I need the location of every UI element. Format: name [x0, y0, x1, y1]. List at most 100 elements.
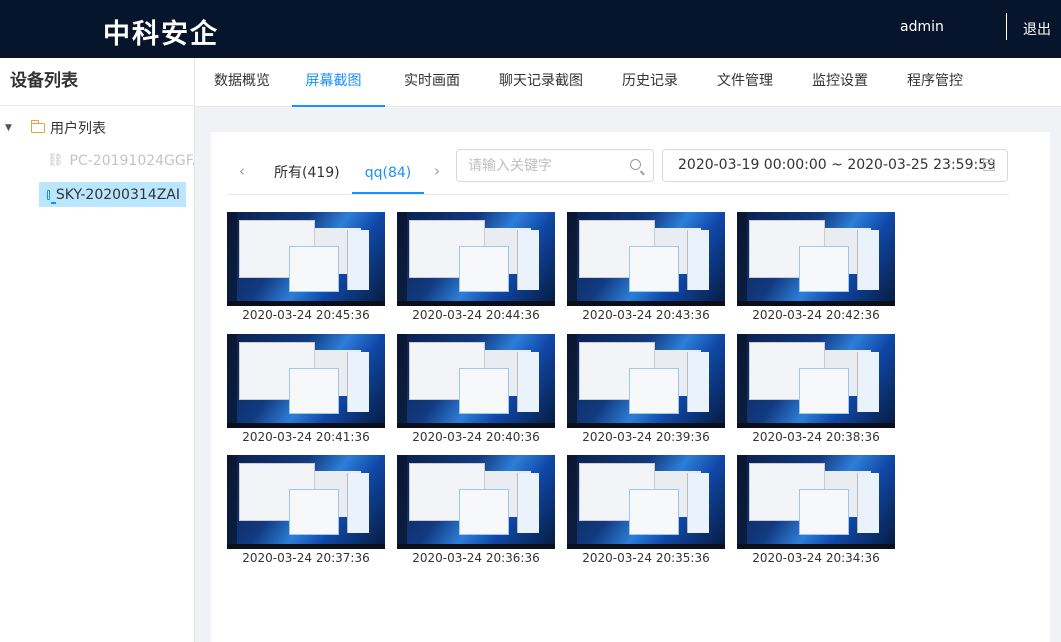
screenshot-thumbnail[interactable]: 2020-03-24 20:43:36 [567, 212, 725, 324]
device-label: SKY-20200314ZAI [55, 186, 180, 203]
screenshot-thumbnail[interactable]: 2020-03-24 20:36:36 [397, 455, 555, 567]
screenshot-detail [567, 455, 577, 549]
screenshot-detail [459, 368, 509, 414]
subtab-prev-arrow[interactable]: ‹ [239, 162, 245, 180]
caret-down-icon[interactable]: ▼ [5, 123, 21, 133]
screenshot-timestamp: 2020-03-24 20:40:36 [412, 430, 540, 444]
screenshot-thumbnail[interactable]: 2020-03-24 20:45:36 [227, 212, 385, 324]
sidebar-title: 设备列表 [0, 58, 194, 106]
tab-live-view[interactable]: 实时画面 [404, 58, 460, 107]
subtab-underline [227, 194, 1009, 195]
device-sidebar: 设备列表 ▼ 用户列表 ⛓ PC-20191024GGFA SKY-202003… [0, 58, 195, 642]
current-user[interactable]: admin [900, 19, 944, 35]
screenshot-image[interactable] [737, 212, 895, 306]
tree-root-label: 用户列表 [50, 121, 106, 137]
screenshot-timestamp: 2020-03-24 20:38:36 [752, 430, 880, 444]
screenshot-detail [397, 212, 407, 306]
screenshot-detail [347, 473, 369, 533]
screenshot-timestamp: 2020-03-24 20:42:36 [752, 308, 880, 322]
screenshot-detail [799, 489, 849, 535]
screenshot-detail [857, 473, 879, 533]
screenshot-timestamp: 2020-03-24 20:45:36 [242, 308, 370, 322]
device-item-offline[interactable]: ⛓ PC-20191024GGFA [39, 148, 194, 173]
link-icon: ⛓ [47, 153, 64, 168]
screenshot-timestamp: 2020-03-24 20:43:36 [582, 308, 710, 322]
screenshot-thumbnail[interactable]: 2020-03-24 20:37:36 [227, 455, 385, 567]
screenshot-detail [289, 368, 339, 414]
screenshot-detail [629, 368, 679, 414]
subtab-qq[interactable]: qq(84) [352, 156, 424, 194]
screenshot-detail [687, 473, 709, 533]
screenshot-detail [737, 334, 747, 428]
screenshot-detail [517, 473, 539, 533]
tab-monitor-settings[interactable]: 监控设置 [812, 58, 868, 107]
tab-overview[interactable]: 数据概览 [214, 58, 270, 107]
screenshot-thumbnail[interactable]: 2020-03-24 20:34:36 [737, 455, 895, 567]
screenshot-image[interactable] [737, 334, 895, 428]
screenshot-thumbnail[interactable]: 2020-03-24 20:38:36 [737, 334, 895, 446]
screenshot-image[interactable] [227, 212, 385, 306]
screenshot-detail [459, 246, 509, 292]
screenshot-timestamp: 2020-03-24 20:34:36 [752, 551, 880, 565]
screenshot-panel: ‹ 所有(419) qq(84) › 2020-03-19 00:00:00 ~… [211, 132, 1050, 642]
logout-button[interactable]: 退出 [1023, 19, 1051, 39]
screenshot-image[interactable] [227, 455, 385, 549]
screenshot-thumbnail[interactable]: 2020-03-24 20:44:36 [397, 212, 555, 324]
tab-chat-screenshots[interactable]: 聊天记录截图 [499, 58, 583, 107]
screenshot-thumbnail[interactable]: 2020-03-24 20:35:36 [567, 455, 725, 567]
screenshot-thumbnail[interactable]: 2020-03-24 20:42:36 [737, 212, 895, 324]
monitor-icon [47, 189, 56, 204]
screenshot-detail [567, 334, 577, 428]
screenshot-thumbnail[interactable]: 2020-03-24 20:39:36 [567, 334, 725, 446]
keyword-search[interactable] [456, 149, 654, 182]
screenshot-detail [857, 230, 879, 290]
screenshot-detail [737, 455, 747, 549]
screenshot-timestamp: 2020-03-24 20:39:36 [582, 430, 710, 444]
screenshot-detail [517, 230, 539, 290]
screenshot-thumbnail[interactable]: 2020-03-24 20:40:36 [397, 334, 555, 446]
screenshot-image[interactable] [567, 334, 725, 428]
tree-root-users[interactable]: ▼ 用户列表 [5, 118, 106, 138]
screenshot-detail [289, 246, 339, 292]
screenshot-image[interactable] [397, 334, 555, 428]
device-label: PC-20191024GGFA [69, 152, 194, 169]
screenshot-detail [227, 212, 237, 306]
date-range-picker[interactable]: 2020-03-19 00:00:00 ~ 2020-03-25 23:59:5… [662, 149, 1008, 182]
screenshot-image[interactable] [397, 212, 555, 306]
top-header: 中科安企 admin 退出 [0, 0, 1061, 58]
tab-program-control[interactable]: 程序管控 [907, 58, 963, 107]
subtab-next-arrow[interactable]: › [434, 162, 440, 180]
brand-logo-text: 中科安企 [103, 19, 219, 50]
screenshot-timestamp: 2020-03-24 20:36:36 [412, 551, 540, 565]
device-item-selected[interactable]: SKY-20200314ZAI [39, 182, 186, 207]
screenshot-detail [227, 455, 237, 549]
search-input[interactable] [457, 150, 617, 181]
screenshot-detail [289, 489, 339, 535]
screenshot-thumbnail[interactable]: 2020-03-24 20:41:36 [227, 334, 385, 446]
screenshot-detail [737, 212, 747, 306]
screenshot-detail [687, 352, 709, 412]
screenshot-detail [347, 352, 369, 412]
screenshot-detail [857, 352, 879, 412]
screenshot-timestamp: 2020-03-24 20:37:36 [242, 551, 370, 565]
tab-history[interactable]: 历史记录 [622, 58, 678, 107]
search-icon[interactable] [630, 159, 641, 170]
screenshot-detail [567, 212, 577, 306]
screenshot-image[interactable] [737, 455, 895, 549]
screenshot-detail [227, 334, 237, 428]
screenshot-detail [629, 246, 679, 292]
screenshot-detail [687, 230, 709, 290]
screenshot-image[interactable] [567, 212, 725, 306]
tab-screenshots[interactable]: 屏幕截图 [292, 58, 385, 107]
screenshot-image[interactable] [227, 334, 385, 428]
screenshot-timestamp: 2020-03-24 20:44:36 [412, 308, 540, 322]
screenshot-detail [517, 352, 539, 412]
date-range-value: 2020-03-19 00:00:00 ~ 2020-03-25 23:59:5… [678, 157, 997, 173]
screenshot-detail [397, 455, 407, 549]
tab-file-management[interactable]: 文件管理 [717, 58, 773, 107]
screenshot-detail [397, 334, 407, 428]
subtab-all[interactable]: 所有(419) [274, 156, 340, 194]
screenshot-image[interactable] [397, 455, 555, 549]
screenshot-image[interactable] [567, 455, 725, 549]
screenshot-detail [347, 230, 369, 290]
